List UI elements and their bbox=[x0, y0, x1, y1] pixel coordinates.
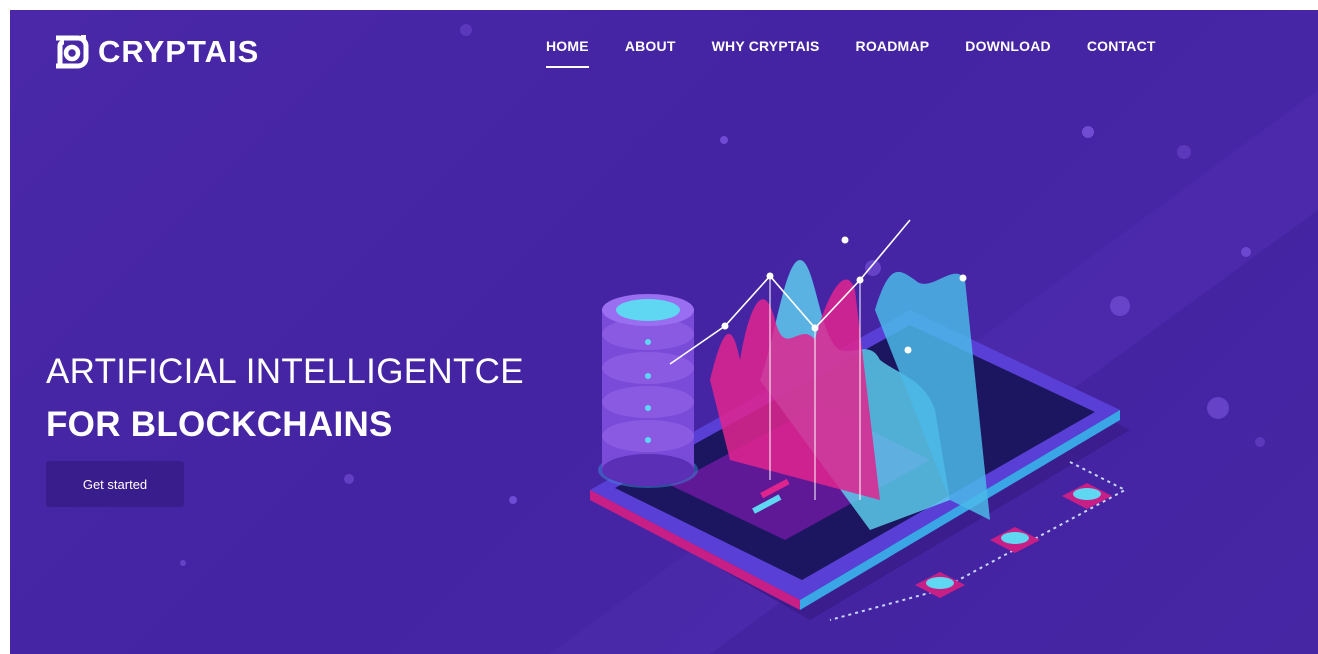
database-server-stack bbox=[598, 294, 698, 488]
hero-headline-line2: FOR BLOCKCHAINS bbox=[46, 405, 393, 444]
brand-name: CRYPTAIS bbox=[98, 34, 260, 69]
hero-section: CRYPTAIS HOME ABOUT WHY CRYPTAIS ROADMAP… bbox=[10, 10, 1318, 654]
get-started-button[interactable]: Get started bbox=[46, 461, 184, 507]
nav-roadmap[interactable]: ROADMAP bbox=[856, 38, 930, 68]
brand-logo[interactable]: CRYPTAIS bbox=[48, 32, 259, 72]
nav-about[interactable]: ABOUT bbox=[625, 38, 676, 68]
network-node bbox=[990, 527, 1040, 553]
nav-contact[interactable]: CONTACT bbox=[1087, 38, 1156, 68]
nav-why-cryptais[interactable]: WHY CRYPTAIS bbox=[712, 38, 820, 68]
blockchain-analytics-illustration bbox=[590, 219, 1130, 621]
hero-headline-line1: ARTIFICIAL INTELLIGENTCE bbox=[46, 352, 524, 391]
nav-home[interactable]: HOME bbox=[546, 38, 589, 68]
cryptais-logo-icon bbox=[56, 35, 89, 69]
network-node bbox=[1062, 483, 1112, 509]
nav-download[interactable]: DOWNLOAD bbox=[965, 38, 1051, 68]
main-nav: HOME ABOUT WHY CRYPTAIS ROADMAP DOWNLOAD… bbox=[546, 38, 1192, 68]
